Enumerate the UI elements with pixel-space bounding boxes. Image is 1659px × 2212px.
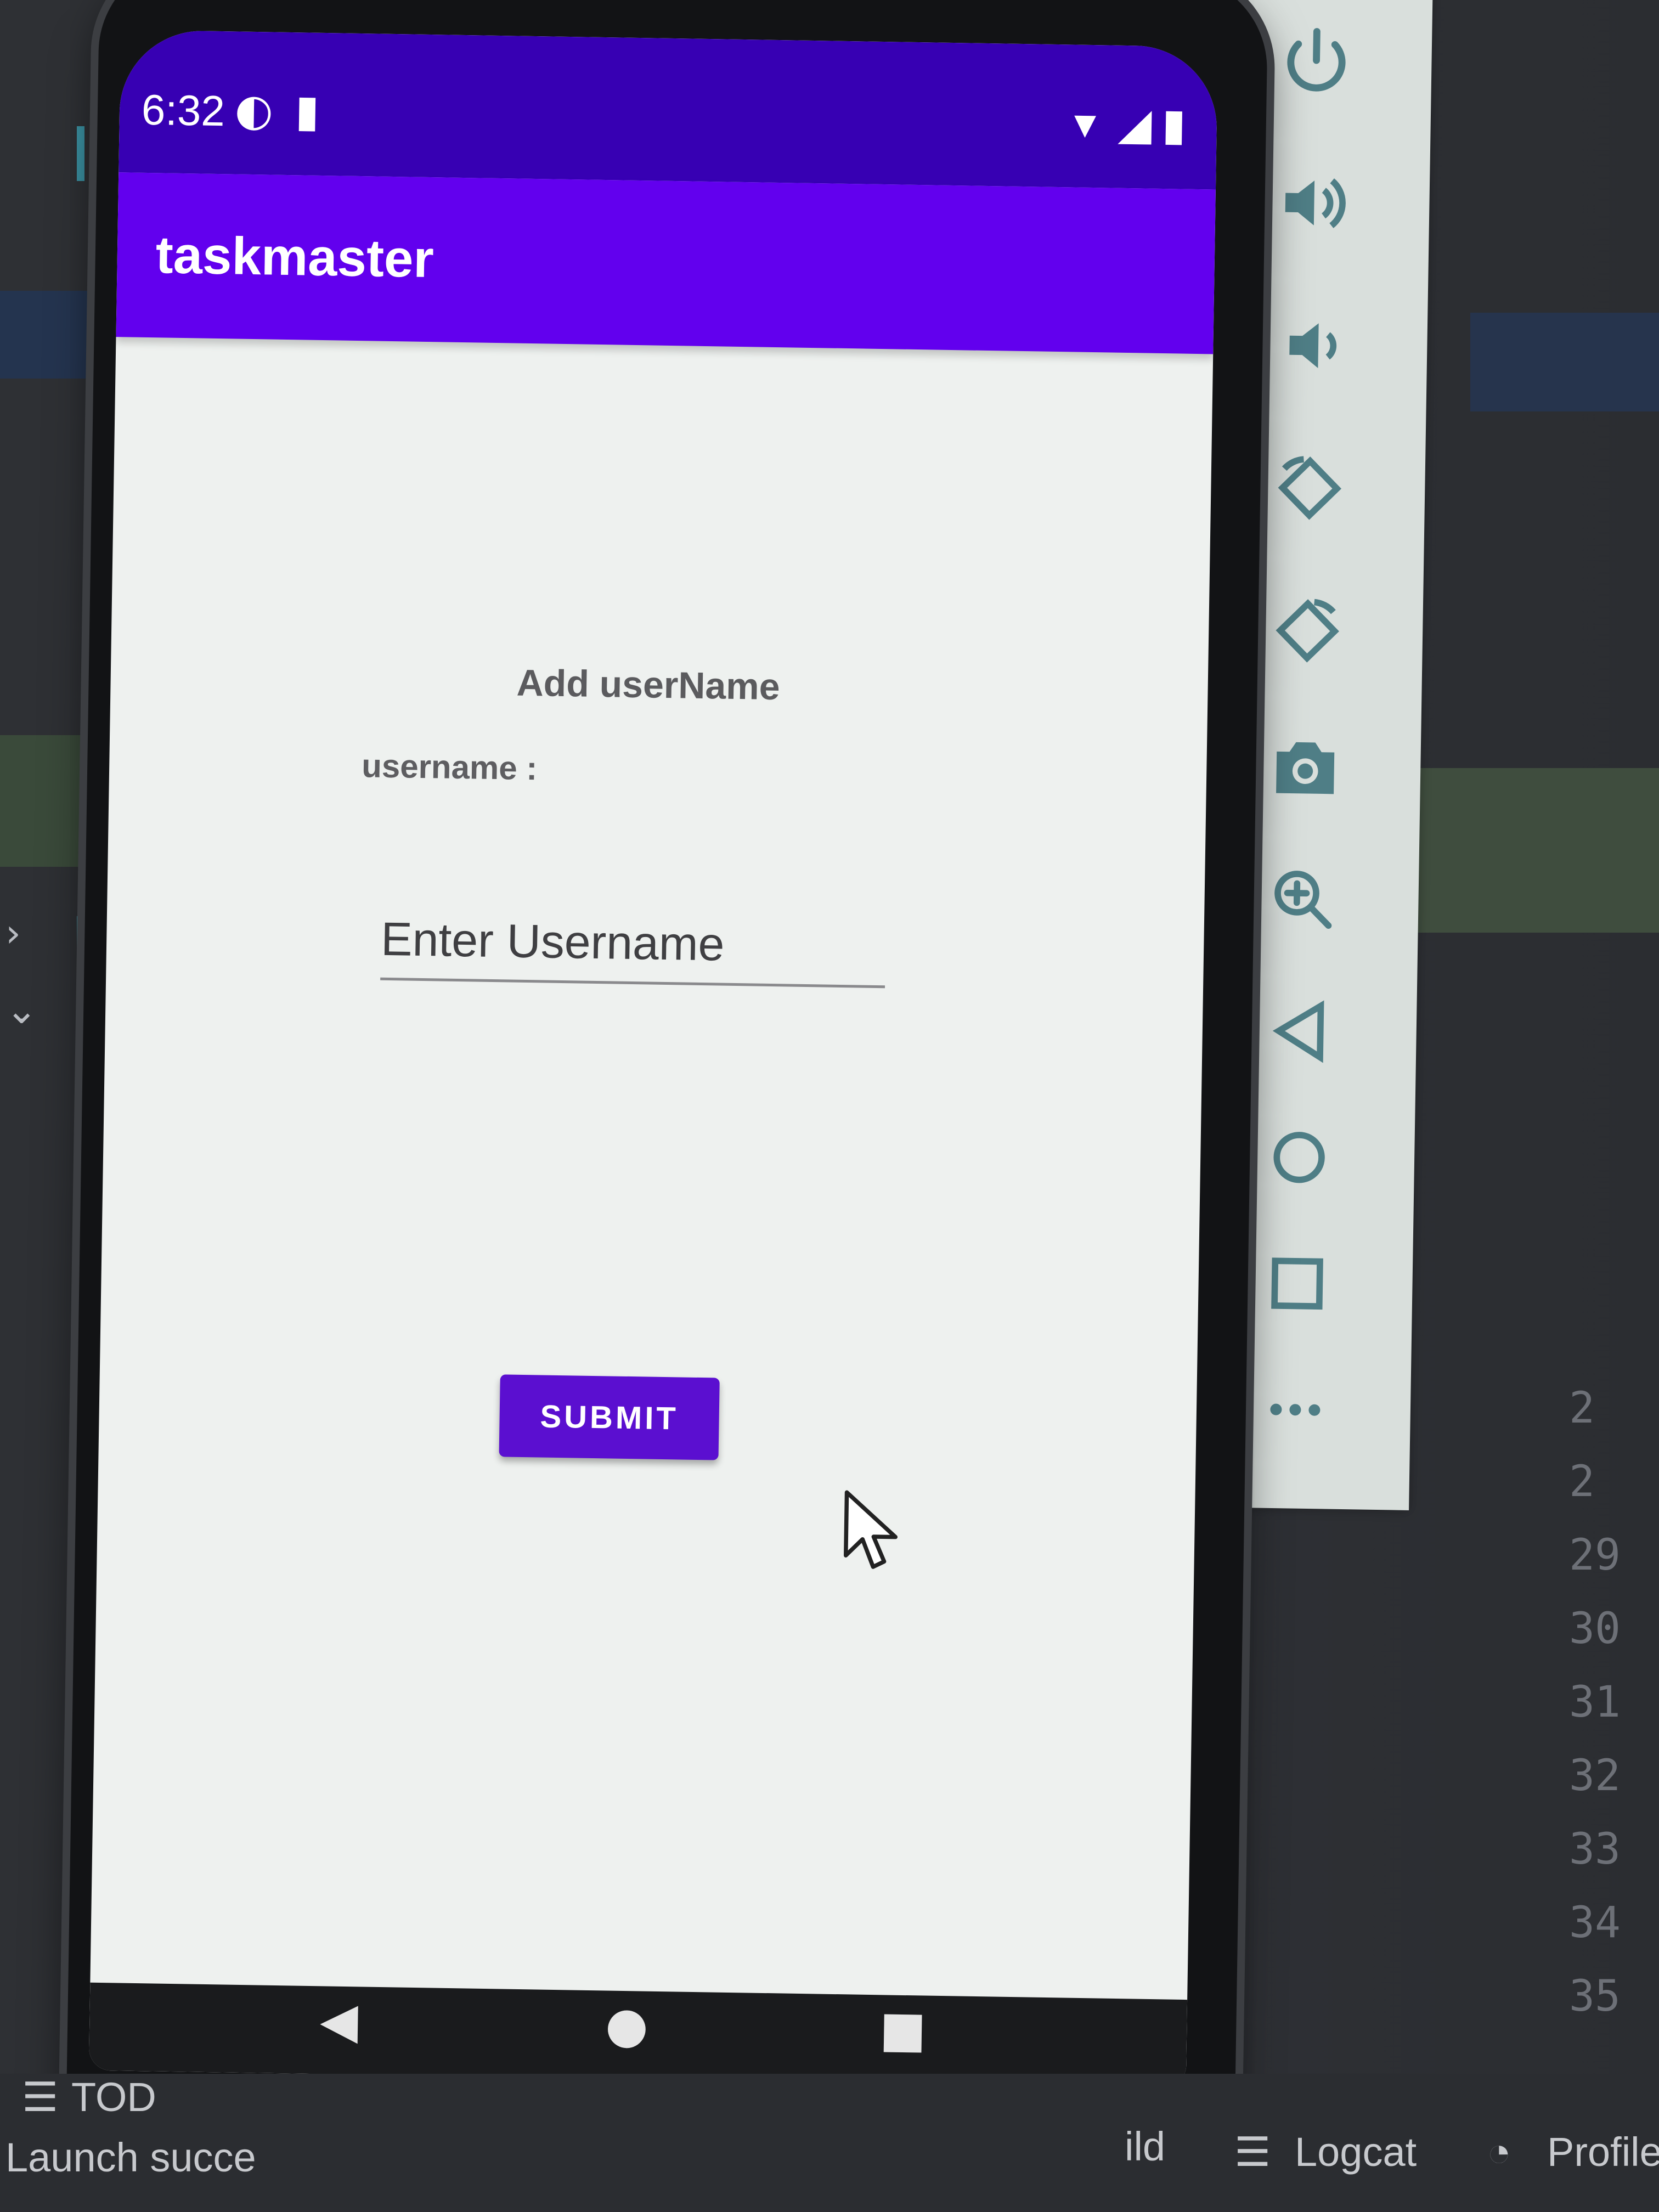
nav-home-icon[interactable]: ● [605, 1996, 648, 2054]
line-number: 33 [1569, 1825, 1621, 1874]
gutter-change-marker [77, 126, 84, 181]
power-icon[interactable] [1266, 10, 1367, 111]
rotate-right-icon[interactable] [1257, 580, 1358, 681]
line-number: 2 [1569, 1384, 1595, 1433]
line-number: 2 [1569, 1457, 1595, 1506]
battery-icon: ▮ [1161, 98, 1187, 150]
line-number: 30 [1569, 1604, 1621, 1654]
form-heading: Add userName [516, 662, 781, 708]
line-number: 34 [1569, 1898, 1621, 1948]
app-bar: taskmaster [116, 172, 1216, 354]
gutter-change-marker [77, 916, 84, 966]
todo-tab[interactable]: TOD [71, 2074, 156, 2120]
volume-up-icon[interactable] [1264, 153, 1364, 253]
line-number: 32 [1569, 1751, 1621, 1801]
nav-back-icon[interactable]: ◀ [320, 1991, 359, 2050]
ide-line-numbers: 2 2 29 30 31 32 33 34 35 [1569, 1372, 1659, 2033]
system-navigation-bar: ◀ ● ■ [88, 1982, 1188, 2088]
volume-down-icon[interactable] [1262, 296, 1362, 396]
logcat-icon: ☰ [1234, 2129, 1271, 2175]
build-tab[interactable]: ild [1125, 2123, 1165, 2170]
overview-icon[interactable] [1247, 1233, 1347, 1334]
ide-highlight-band [1470, 313, 1659, 411]
submit-button[interactable]: SUBMIT [499, 1374, 720, 1460]
notification-icon: ◐ [234, 84, 274, 136]
signal-icon: ◢ [1118, 98, 1153, 150]
device-screen: 6:32 ◐ ▮ ▾ ◢ ▮ taskmaster Add userName u… [88, 30, 1218, 2088]
line-number: 35 [1569, 1972, 1621, 2021]
zoom-icon[interactable] [1253, 849, 1353, 950]
profiler-tab[interactable]: Profile [1547, 2129, 1659, 2175]
phone-emulator-frame: 6:32 ◐ ▮ ▾ ◢ ▮ taskmaster Add userName u… [64, 0, 1269, 2212]
logcat-tab[interactable]: Logcat [1295, 2129, 1417, 2175]
nav-overview-icon[interactable]: ■ [879, 2000, 927, 2058]
status-time: 6:32 [141, 85, 225, 136]
username-input[interactable] [380, 900, 887, 989]
home-icon[interactable] [1249, 1107, 1350, 1207]
username-label: username : [361, 747, 538, 787]
ide-highlight-band [1404, 768, 1659, 933]
mouse-cursor-icon [844, 1490, 898, 1569]
camera-icon[interactable] [1255, 718, 1356, 818]
status-message: Launch succe [5, 2135, 256, 2180]
wifi-icon: ▾ [1074, 97, 1097, 149]
ide-bottom-toolbar: ☰ TOD Launch succe ild ☰ Logcat ◔ Profil… [0, 2074, 1659, 2212]
app-title: taskmaster [155, 225, 435, 289]
line-number: 29 [1569, 1531, 1621, 1580]
line-number: 31 [1569, 1678, 1621, 1727]
rotate-left-icon[interactable] [1260, 438, 1360, 538]
status-bar: 6:32 ◐ ▮ ▾ ◢ ▮ [119, 30, 1218, 190]
back-icon[interactable] [1251, 981, 1351, 1081]
desktop-scene: › ⌄ 2 2 29 30 31 32 33 34 35 6:32 ◐ ▮ ▾ … [0, 0, 1659, 2212]
todo-icon: ☰ [22, 2074, 59, 2120]
chevron-right-icon[interactable]: › [5, 911, 21, 956]
profiler-icon: ◔ [1487, 2129, 1511, 2175]
sd-card-icon: ▮ [295, 85, 320, 137]
chevron-down-icon[interactable]: ⌄ [5, 988, 38, 1032]
more-icon[interactable] [1245, 1359, 1346, 1460]
